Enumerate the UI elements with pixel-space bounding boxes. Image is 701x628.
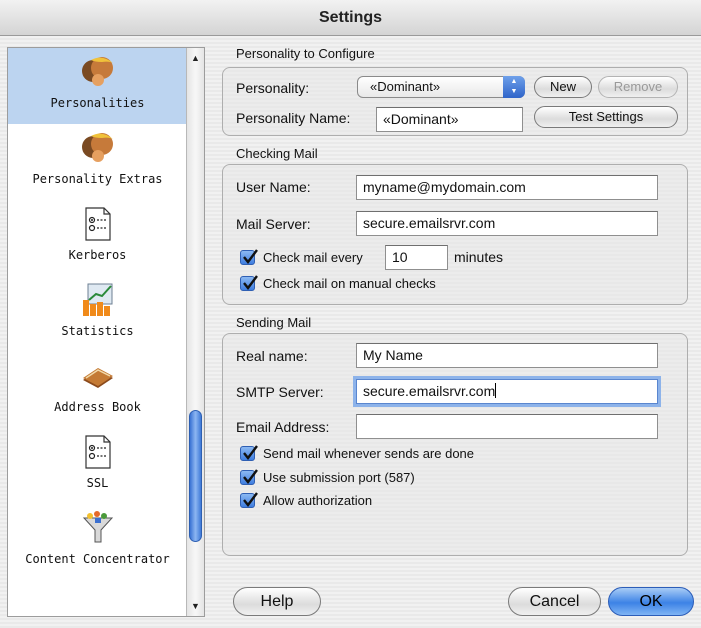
new-button[interactable]: New bbox=[534, 76, 592, 98]
checkmark-icon bbox=[243, 445, 258, 460]
remove-button[interactable]: Remove bbox=[598, 76, 678, 98]
sidebar-item-kerberos[interactable]: Kerberos bbox=[8, 200, 187, 276]
text-cursor bbox=[495, 383, 497, 398]
user-name-label: User Name: bbox=[236, 179, 311, 195]
kerberos-icon bbox=[84, 207, 111, 241]
email-address-field[interactable] bbox=[356, 414, 658, 439]
scroll-down-arrow-icon[interactable]: ▼ bbox=[187, 598, 204, 614]
allow-authorization-label: Allow authorization bbox=[263, 493, 373, 508]
help-button[interactable]: Help bbox=[233, 587, 321, 616]
personality-label: Personality: bbox=[236, 80, 310, 96]
window-title: Settings bbox=[0, 0, 701, 36]
scroll-thumb[interactable] bbox=[189, 410, 202, 542]
submission-port-checkbox[interactable] bbox=[240, 469, 258, 485]
real-name-field[interactable]: My Name bbox=[356, 343, 658, 368]
personality-section-title: Personality to Configure bbox=[236, 46, 375, 61]
check-interval-field[interactable]: 10 bbox=[385, 245, 448, 270]
send-mail-whenever-checkbox[interactable] bbox=[240, 445, 258, 461]
sidebar-item-label: Kerberos bbox=[68, 248, 127, 262]
personality-popup[interactable]: «Dominant» ▲ ▼ bbox=[357, 76, 525, 98]
mail-server-label: Mail Server: bbox=[236, 216, 311, 232]
popup-stepper-icon: ▲ ▼ bbox=[503, 76, 525, 98]
check-mail-every-checkbox[interactable] bbox=[240, 249, 258, 265]
sidebar-item-label: Content Concentrator bbox=[25, 552, 170, 566]
sending-section-title: Sending Mail bbox=[236, 315, 312, 330]
allow-authorization-checkbox[interactable] bbox=[240, 492, 258, 508]
settings-window: Personalities Personality Extras Kerbero… bbox=[0, 36, 701, 628]
scroll-up-arrow-icon[interactable]: ▲ bbox=[187, 50, 204, 66]
sidebar-item-ssl[interactable]: SSL bbox=[8, 428, 187, 504]
checking-section-title: Checking Mail bbox=[236, 146, 318, 161]
address-book-icon bbox=[82, 368, 113, 388]
email-address-label: Email Address: bbox=[236, 419, 330, 435]
sidebar-item-label: Address Book bbox=[54, 400, 141, 414]
submission-port-label: Use submission port (587) bbox=[263, 470, 415, 485]
sidebar-item-content-concentrator[interactable]: Content Concentrator bbox=[8, 504, 187, 580]
smtp-server-field[interactable]: secure.emailsrvr.com bbox=[356, 379, 658, 404]
user-name-field[interactable]: myname@mydomain.com bbox=[356, 175, 658, 200]
sidebar-item-label: Personalities bbox=[50, 96, 145, 110]
ok-button[interactable]: OK bbox=[608, 587, 694, 616]
check-mail-manual-label: Check mail on manual checks bbox=[263, 276, 436, 291]
personality-extras-icon bbox=[81, 133, 113, 162]
sidebar-item-statistics[interactable]: Statistics bbox=[8, 276, 187, 352]
minutes-label: minutes bbox=[454, 249, 504, 265]
settings-sidebar: Personalities Personality Extras Kerbero… bbox=[7, 47, 205, 617]
real-name-label: Real name: bbox=[236, 348, 308, 364]
check-mail-manual-checkbox[interactable] bbox=[240, 275, 258, 291]
sidebar-item-personalities[interactable]: Personalities bbox=[8, 48, 187, 124]
test-settings-button[interactable]: Test Settings bbox=[534, 106, 678, 128]
personality-name-label: Personality Name: bbox=[236, 110, 351, 126]
sidebar-item-address-book[interactable]: Address Book bbox=[8, 352, 187, 428]
checkmark-icon bbox=[243, 275, 258, 290]
checkmark-icon bbox=[243, 469, 258, 484]
sidebar-item-label: Statistics bbox=[61, 324, 134, 338]
smtp-server-value: secure.emailsrvr.com bbox=[363, 383, 496, 399]
sidebar-item-label: Personality Extras bbox=[32, 172, 163, 186]
personality-name-field[interactable]: «Dominant» bbox=[376, 107, 523, 132]
cancel-button[interactable]: Cancel bbox=[508, 587, 601, 616]
personality-popup-value: «Dominant» bbox=[370, 79, 441, 94]
sidebar-scrollbar[interactable]: ▲ ▼ bbox=[186, 48, 204, 616]
ssl-icon bbox=[84, 435, 111, 469]
send-mail-whenever-label: Send mail whenever sends are done bbox=[263, 446, 475, 461]
statistics-icon bbox=[82, 283, 112, 316]
smtp-server-label: SMTP Server: bbox=[236, 384, 324, 400]
mail-server-field[interactable]: secure.emailsrvr.com bbox=[356, 211, 658, 236]
content-concentrator-icon bbox=[82, 511, 113, 543]
sidebar-item-label: SSL bbox=[86, 476, 109, 490]
check-mail-every-label: Check mail every bbox=[263, 250, 363, 265]
checkmark-icon bbox=[243, 249, 258, 264]
sidebar-item-personality-extras[interactable]: Personality Extras bbox=[8, 124, 187, 200]
checkmark-icon bbox=[243, 492, 258, 507]
personalities-icon bbox=[81, 57, 113, 86]
